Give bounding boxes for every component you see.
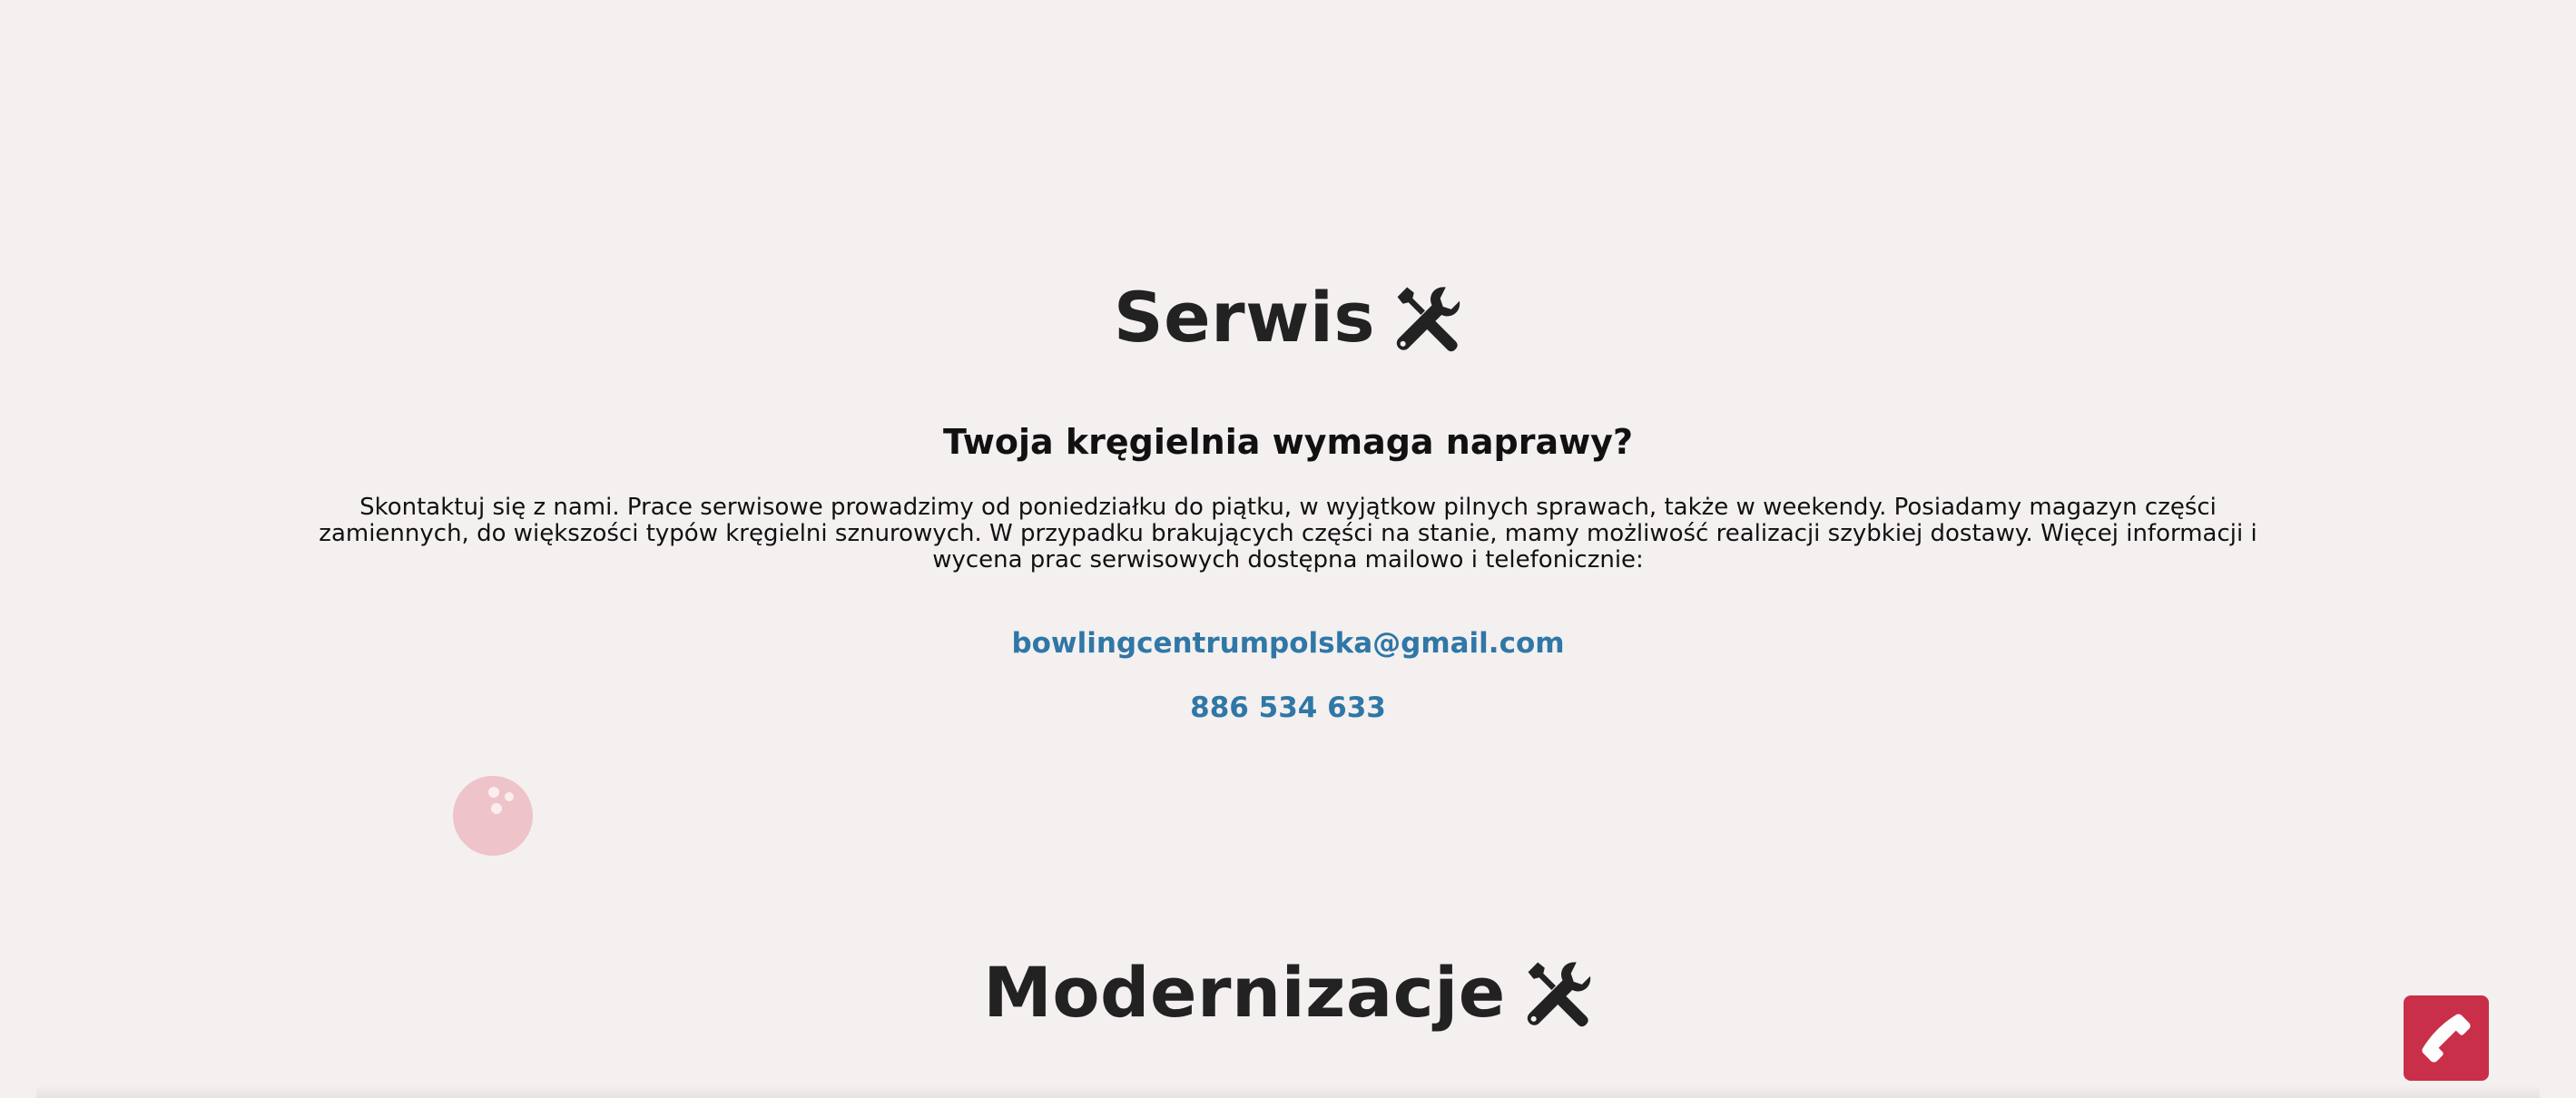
- bowling-ball-icon: [453, 776, 533, 856]
- email-link[interactable]: bowlingcentrumpolska@gmail.com: [0, 627, 2576, 660]
- serwis-description: Skontaktuj się z nami. Prace serwisowe p…: [319, 494, 2257, 574]
- phone-icon: [2422, 1014, 2471, 1063]
- serwis-subheading: Twoja kręgielnia wymaga naprawy?: [943, 422, 1633, 462]
- serwis-title-text: Serwis: [1113, 277, 1376, 358]
- serwis-heading: Serwis: [0, 283, 2576, 352]
- bowling-ball-hole: [491, 803, 502, 814]
- bowling-ball-hole: [488, 787, 499, 798]
- tools-icon: [1393, 283, 1462, 352]
- bottom-edge-shadow: [36, 1085, 2540, 1098]
- phone-call-button[interactable]: [2404, 995, 2489, 1081]
- bowling-ball-hole: [505, 792, 514, 801]
- tools-icon: [1524, 958, 1593, 1027]
- page: Serwis Twoja kręgielnia wymaga naprawy? …: [0, 0, 2576, 1098]
- modernizacje-heading: Modernizacje: [0, 958, 2576, 1027]
- phone-link[interactable]: 886 534 633: [0, 691, 2576, 724]
- modernizacje-title-text: Modernizacje: [983, 952, 1506, 1033]
